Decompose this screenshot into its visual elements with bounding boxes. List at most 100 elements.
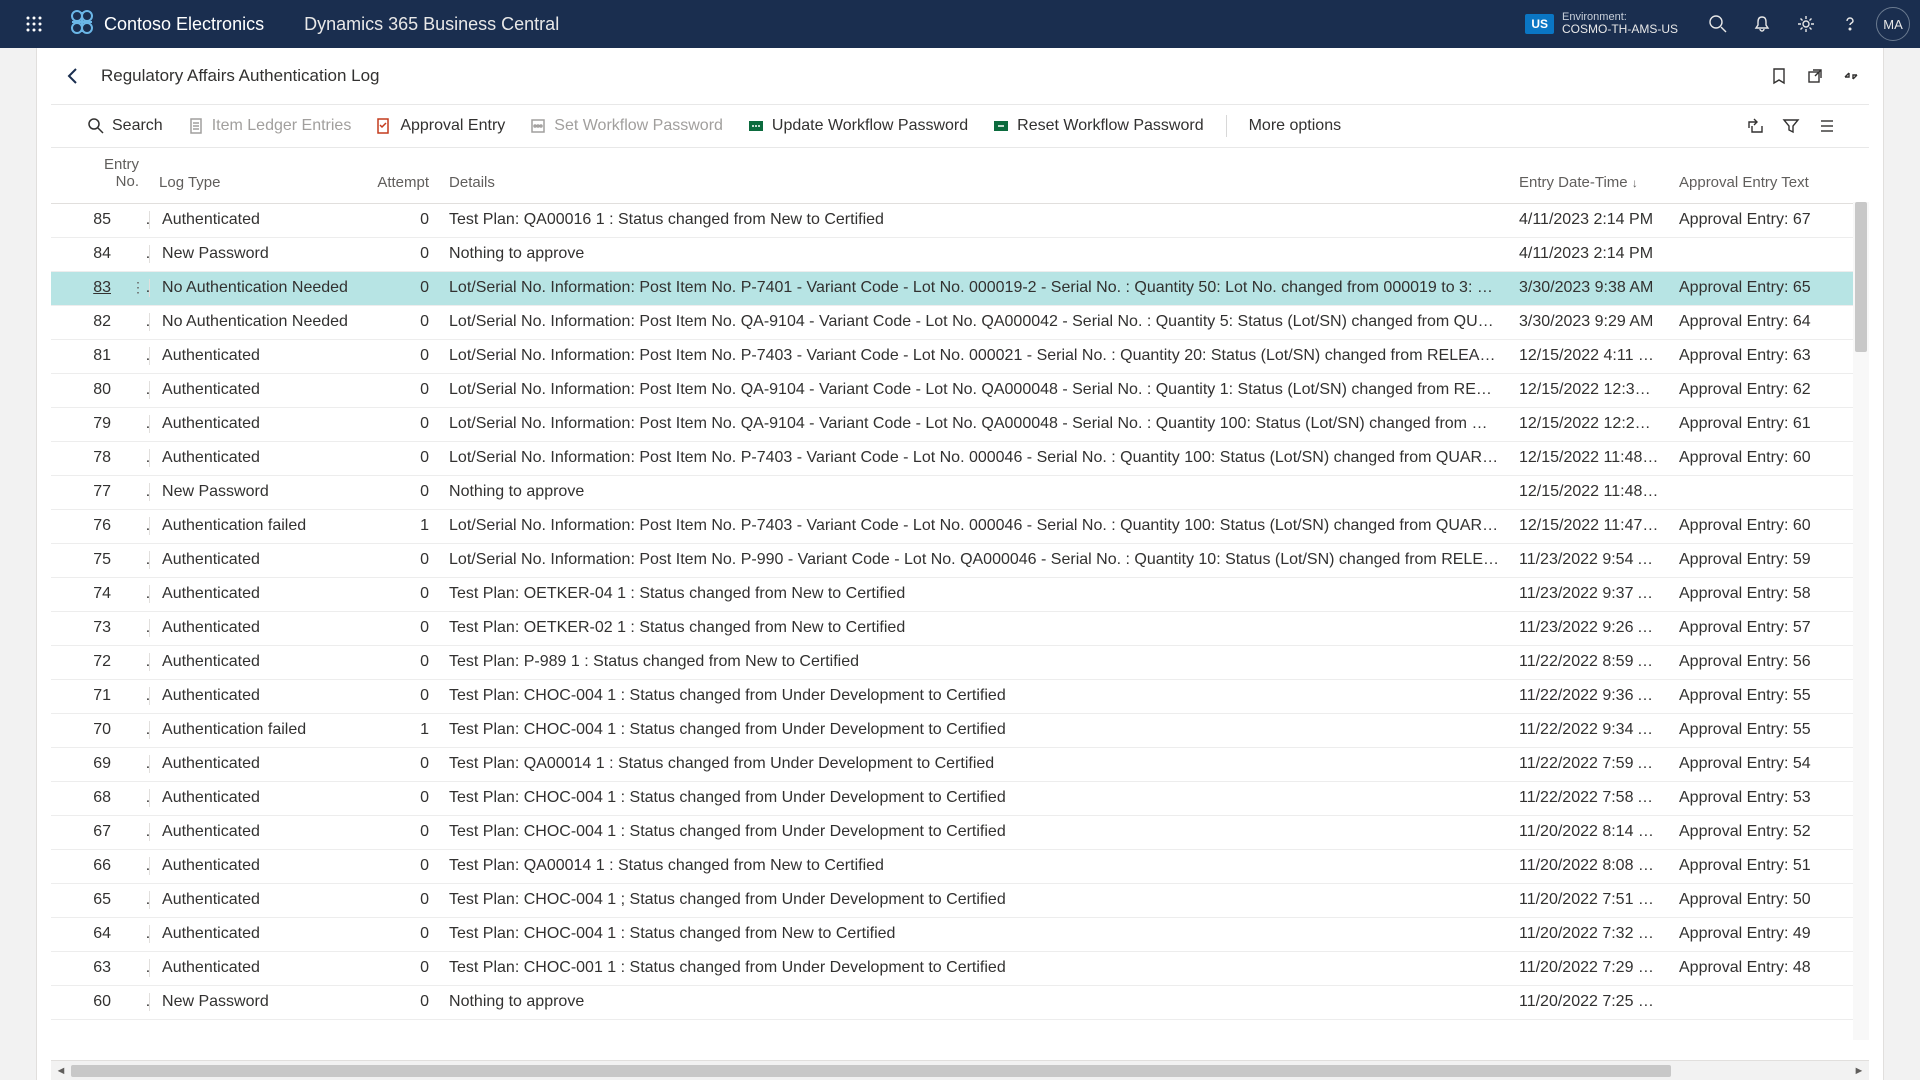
col-entry-date-time[interactable]: Entry Date-Time ↓ [1509, 148, 1669, 203]
reset-workflow-password-action[interactable]: Reset Workflow Password [980, 104, 1215, 148]
table-row[interactable]: 69⋮Authenticated0Test Plan: QA00014 1 : … [51, 747, 1869, 781]
cell-entry-no[interactable]: 63 [51, 951, 121, 985]
back-button[interactable] [51, 54, 95, 98]
cell-entry-no[interactable]: 68 [51, 781, 121, 815]
vertical-scrollbar-thumb[interactable] [1855, 202, 1867, 352]
cell-approval-entry-text: Approval Entry: 58 [1669, 577, 1869, 611]
environment-picker[interactable]: US Environment: COSMO-TH-AMS-US [1525, 11, 1696, 37]
scroll-right-button[interactable]: ► [1849, 1061, 1869, 1080]
update-workflow-password-label: Update Workflow Password [772, 117, 968, 135]
table-row[interactable]: 79⋮Authenticated0Lot/Serial No. Informat… [51, 407, 1869, 441]
settings-button[interactable] [1784, 0, 1828, 48]
collapse-button[interactable] [1833, 58, 1869, 94]
table-row[interactable]: 77⋮New Password0Nothing to approve12/15/… [51, 475, 1869, 509]
cell-attempt: 0 [349, 849, 439, 883]
table-row[interactable]: 85⋮Authenticated0Test Plan: QA00016 1 : … [51, 203, 1869, 237]
cell-entry-no[interactable]: 64 [51, 917, 121, 951]
cell-entry-no[interactable]: 78 [51, 441, 121, 475]
cell-entry-no[interactable]: 75 [51, 543, 121, 577]
table-row[interactable]: 60⋮New Password0Nothing to approve11/20/… [51, 985, 1869, 1019]
cell-entry-date-time: 11/23/2022 9:26 AM [1509, 611, 1669, 645]
cell-entry-no[interactable]: 85 [51, 203, 121, 237]
table-row[interactable]: 67⋮Authenticated0Test Plan: CHOC-004 1 :… [51, 815, 1869, 849]
cell-entry-no[interactable]: 70 [51, 713, 121, 747]
cell-entry-no[interactable]: 81 [51, 339, 121, 373]
set-workflow-password-action[interactable]: Set Workflow Password [517, 104, 735, 148]
row-menu-cell: ⋮ [121, 645, 149, 679]
cell-entry-no[interactable]: 69 [51, 747, 121, 781]
cell-details: Lot/Serial No. Information: Post Item No… [439, 441, 1509, 475]
horizontal-scrollbar-thumb[interactable] [71, 1065, 1671, 1077]
table-row[interactable]: 74⋮Authenticated0Test Plan: OETKER-04 1 … [51, 577, 1869, 611]
share-button[interactable] [1737, 108, 1773, 144]
cell-entry-no[interactable]: 60 [51, 985, 121, 1019]
col-entry-no[interactable]: Entry No. [51, 148, 149, 203]
search-action[interactable]: Search [75, 104, 175, 148]
table-row[interactable]: 84⋮New Password0Nothing to approve4/11/2… [51, 237, 1869, 271]
table-row[interactable]: 78⋮Authenticated0Lot/Serial No. Informat… [51, 441, 1869, 475]
cell-entry-no[interactable]: 82 [51, 305, 121, 339]
item-ledger-entries-action[interactable]: Item Ledger Entries [175, 104, 364, 148]
reset-workflow-password-label: Reset Workflow Password [1017, 117, 1203, 135]
notifications-button[interactable] [1740, 0, 1784, 48]
cell-entry-no[interactable]: 71 [51, 679, 121, 713]
table-row[interactable]: 82⋮No Authentication Needed0Lot/Serial N… [51, 305, 1869, 339]
scroll-left-button[interactable]: ◄ [51, 1061, 71, 1080]
account-avatar[interactable]: MA [1876, 7, 1910, 41]
table-row[interactable]: 73⋮Authenticated0Test Plan: OETKER-02 1 … [51, 611, 1869, 645]
list-view-button[interactable] [1809, 108, 1845, 144]
table-row[interactable]: 65⋮Authenticated0Test Plan: CHOC-004 1 ;… [51, 883, 1869, 917]
bookmark-button[interactable] [1761, 58, 1797, 94]
table-row[interactable]: 80⋮Authenticated0Lot/Serial No. Informat… [51, 373, 1869, 407]
table-row[interactable]: 83⋮No Authentication Needed0Lot/Serial N… [51, 271, 1869, 305]
col-approval-entry-text[interactable]: Approval Entry Text [1669, 148, 1869, 203]
cell-details: Test Plan: OETKER-02 1 : Status changed … [439, 611, 1509, 645]
update-workflow-password-action[interactable]: Update Workflow Password [735, 104, 980, 148]
table-row[interactable]: 70⋮Authentication failed1Test Plan: CHOC… [51, 713, 1869, 747]
help-button[interactable] [1828, 0, 1872, 48]
brand-link[interactable]: Contoso Electronics [58, 8, 274, 41]
cell-entry-no[interactable]: 67 [51, 815, 121, 849]
table-row[interactable]: 75⋮Authenticated0Lot/Serial No. Informat… [51, 543, 1869, 577]
table-row[interactable]: 72⋮Authenticated0Test Plan: P-989 1 : St… [51, 645, 1869, 679]
arrow-left-icon [62, 65, 84, 87]
col-details[interactable]: Details [439, 148, 1509, 203]
filter-button[interactable] [1773, 108, 1809, 144]
horizontal-scrollbar: ◄ ► [51, 1060, 1869, 1080]
cell-entry-no[interactable]: 65 [51, 883, 121, 917]
table-row[interactable]: 68⋮Authenticated0Test Plan: CHOC-004 1 :… [51, 781, 1869, 815]
global-search-button[interactable] [1696, 0, 1740, 48]
cell-entry-no[interactable]: 77 [51, 475, 121, 509]
brand-icon [68, 8, 96, 41]
cell-entry-no[interactable]: 79 [51, 407, 121, 441]
app-launcher-button[interactable] [10, 0, 58, 48]
open-new-window-button[interactable] [1797, 58, 1833, 94]
row-menu-cell: ⋮ [121, 577, 149, 611]
cell-entry-no[interactable]: 76 [51, 509, 121, 543]
col-log-type[interactable]: Log Type [149, 148, 349, 203]
col-attempt[interactable]: Attempt [349, 148, 439, 203]
row-menu-cell: ⋮ [121, 475, 149, 509]
cell-log-type: Authenticated [149, 917, 349, 951]
more-options-button[interactable]: More options [1237, 117, 1354, 135]
cell-entry-no[interactable]: 84 [51, 237, 121, 271]
row-menu-icon[interactable]: ⋮ [131, 279, 149, 296]
cell-entry-no[interactable]: 80 [51, 373, 121, 407]
cell-entry-no[interactable]: 66 [51, 849, 121, 883]
horizontal-scrollbar-track[interactable] [71, 1065, 1849, 1077]
waffle-icon [25, 15, 43, 33]
approval-entry-action[interactable]: Approval Entry [363, 104, 517, 148]
cell-entry-no[interactable]: 74 [51, 577, 121, 611]
cell-entry-no[interactable]: 83 [51, 271, 121, 305]
table-row[interactable]: 76⋮Authentication failed1Lot/Serial No. … [51, 509, 1869, 543]
table-row[interactable]: 71⋮Authenticated0Test Plan: CHOC-004 1 :… [51, 679, 1869, 713]
cell-log-type: Authenticated [149, 781, 349, 815]
product-name[interactable]: Dynamics 365 Business Central [274, 14, 559, 35]
table-row[interactable]: 66⋮Authenticated0Test Plan: QA00014 1 : … [51, 849, 1869, 883]
approval-icon [375, 117, 393, 135]
table-row[interactable]: 81⋮Authenticated0Lot/Serial No. Informat… [51, 339, 1869, 373]
table-row[interactable]: 63⋮Authenticated0Test Plan: CHOC-001 1 :… [51, 951, 1869, 985]
cell-entry-no[interactable]: 73 [51, 611, 121, 645]
cell-entry-no[interactable]: 72 [51, 645, 121, 679]
table-row[interactable]: 64⋮Authenticated0Test Plan: CHOC-004 1 :… [51, 917, 1869, 951]
